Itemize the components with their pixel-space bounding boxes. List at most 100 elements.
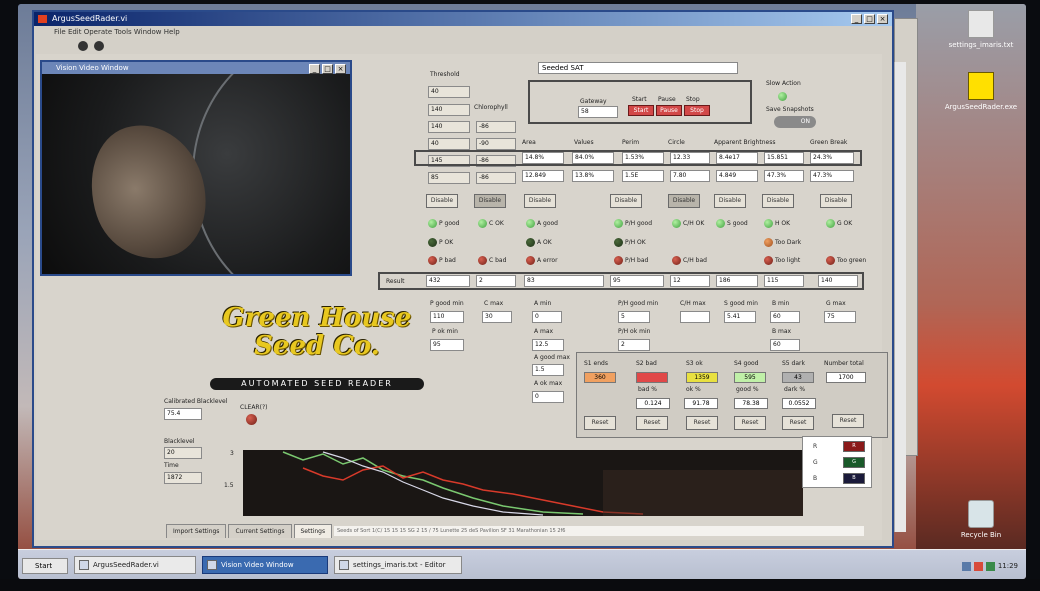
reset-button[interactable]: Reset bbox=[636, 416, 668, 430]
disable-button[interactable]: Disable bbox=[524, 194, 556, 208]
threshold-header: Threshold bbox=[430, 71, 460, 78]
s-good-min-field[interactable]: 5.41 bbox=[724, 311, 756, 323]
taskbar-item-seed-reader[interactable]: ArgusSeedRader.vi bbox=[74, 556, 196, 574]
tab-settings[interactable]: Settings bbox=[293, 524, 333, 538]
start-button[interactable]: Start bbox=[22, 558, 68, 574]
disable-button[interactable]: Disable bbox=[762, 194, 794, 208]
status-string-field[interactable]: Seeded SAT bbox=[538, 62, 738, 74]
main-titlebar[interactable]: ArgusSeedRader.vi _ □ × bbox=[34, 12, 892, 26]
clear-button[interactable] bbox=[246, 414, 257, 425]
legend-swatch-red[interactable]: R bbox=[843, 441, 865, 452]
taskbar-item-vision-window[interactable]: Vision Video Window bbox=[202, 556, 328, 574]
reset-button[interactable]: Reset bbox=[832, 414, 864, 428]
graph-y-tick: 1.5 bbox=[224, 482, 234, 489]
g-ok-led bbox=[826, 219, 835, 228]
g-max-field[interactable]: 75 bbox=[824, 311, 856, 323]
chlorophyll-field[interactable]: -86 bbox=[476, 121, 516, 133]
clock[interactable]: 11:29 bbox=[998, 562, 1018, 570]
start-button[interactable]: Start bbox=[628, 105, 654, 116]
reset-button[interactable]: Reset bbox=[686, 416, 718, 430]
disable-button[interactable]: Disable bbox=[610, 194, 642, 208]
b-max-field[interactable]: 60 bbox=[770, 339, 800, 351]
settings-tabs: Import Settings Current Settings Setting… bbox=[166, 524, 333, 538]
legend-swatch-green[interactable]: G bbox=[843, 457, 865, 468]
red-series-line bbox=[302, 465, 644, 515]
chlorophyll-header: Chlorophyll bbox=[474, 104, 508, 111]
desktop-icon-recycle-bin[interactable]: Recycle Bin bbox=[936, 500, 1026, 539]
threshold-field[interactable]: 140 bbox=[428, 104, 470, 116]
tab-current-settings[interactable]: Current Settings bbox=[228, 524, 292, 538]
threshold-field[interactable]: 40 bbox=[428, 86, 470, 98]
led-label: P good bbox=[439, 220, 460, 227]
time-field[interactable]: 1872 bbox=[164, 472, 202, 484]
vision-titlebar[interactable]: Vision Video Window _ □ × bbox=[42, 62, 350, 74]
taskbar-item-label: Vision Video Window bbox=[221, 561, 294, 569]
ph-good-min-field[interactable]: 5 bbox=[618, 311, 650, 323]
disable-button[interactable]: Disable bbox=[426, 194, 458, 208]
disable-button[interactable]: Disable bbox=[474, 194, 506, 208]
reset-button[interactable]: Reset bbox=[734, 416, 766, 430]
param-label: C/H max bbox=[680, 300, 706, 307]
desktop-icon-seed-reader[interactable]: ArgusSeedRader.exe bbox=[936, 72, 1026, 111]
minimize-button[interactable]: _ bbox=[851, 14, 862, 24]
save-snapshots-toggle[interactable]: ON bbox=[774, 116, 816, 128]
abort-icon[interactable] bbox=[94, 41, 104, 51]
security-icon[interactable] bbox=[973, 561, 983, 571]
b-min-field[interactable]: 60 bbox=[770, 311, 800, 323]
labview-task-icon bbox=[79, 560, 89, 570]
a-ok-max-field[interactable]: 0 bbox=[532, 391, 564, 403]
network-icon[interactable] bbox=[961, 561, 971, 571]
legend-swatch-blue[interactable]: B bbox=[843, 473, 865, 484]
chlorophyll-field[interactable]: -86 bbox=[476, 172, 516, 184]
close-button[interactable]: × bbox=[877, 14, 888, 24]
taskbar-item-editor[interactable]: settings_imaris.txt - Editor bbox=[334, 556, 462, 574]
disable-button[interactable]: Disable bbox=[668, 194, 700, 208]
stats-header: Number total bbox=[824, 360, 864, 367]
result-field: 83 bbox=[524, 275, 604, 287]
a-error-led bbox=[526, 256, 535, 265]
vision-minimize-button[interactable]: _ bbox=[309, 64, 320, 74]
threshold-field[interactable]: 85 bbox=[428, 172, 470, 184]
measure-field: 47.3% bbox=[764, 170, 804, 182]
slow-action-led[interactable] bbox=[778, 92, 787, 101]
a-max-field[interactable]: 12.5 bbox=[532, 339, 564, 351]
desktop-icon-settings-file[interactable]: settings_imaris.txt bbox=[936, 10, 1026, 49]
calibrated-blacklevel-label: Calibrated Blacklevel bbox=[164, 398, 228, 405]
histogram-graph bbox=[243, 450, 803, 516]
ch-max-field[interactable] bbox=[680, 311, 710, 323]
reset-button[interactable]: Reset bbox=[782, 416, 814, 430]
result-field: 186 bbox=[716, 275, 758, 287]
threshold-field[interactable]: 40 bbox=[428, 138, 470, 150]
blacklevel-field[interactable]: 20 bbox=[164, 447, 202, 459]
stop-button[interactable]: Stop bbox=[684, 105, 710, 116]
start-label: Start bbox=[632, 96, 647, 103]
gateway-field[interactable]: 58 bbox=[578, 106, 618, 118]
run-arrow-icon[interactable] bbox=[78, 41, 88, 51]
result-field: 140 bbox=[818, 275, 858, 287]
chlorophyll-field[interactable]: -90 bbox=[476, 138, 516, 150]
a-min-field[interactable]: 0 bbox=[532, 311, 562, 323]
p-ok-min-field[interactable]: 95 bbox=[430, 339, 464, 351]
menu-bar[interactable]: File Edit Operate Tools Window Help bbox=[34, 26, 892, 38]
threshold-field[interactable]: 140 bbox=[428, 121, 470, 133]
param-label: A ok max bbox=[534, 380, 563, 387]
s1-count: 360 bbox=[584, 372, 616, 383]
pause-button[interactable]: Pause bbox=[656, 105, 682, 116]
vision-close-button[interactable]: × bbox=[335, 64, 346, 74]
reset-button[interactable]: Reset bbox=[584, 416, 616, 430]
c-max-field[interactable]: 30 bbox=[482, 311, 512, 323]
vision-maximize-button[interactable]: □ bbox=[322, 64, 333, 74]
p-good-min-field[interactable]: 110 bbox=[430, 311, 464, 323]
maximize-button[interactable]: □ bbox=[864, 14, 875, 24]
ph-ok-min-field[interactable]: 2 bbox=[618, 339, 650, 351]
tab-import-settings[interactable]: Import Settings bbox=[166, 524, 227, 538]
volume-icon[interactable] bbox=[985, 561, 995, 571]
a-good-max-field[interactable]: 1.5 bbox=[532, 364, 564, 376]
monitor-screen: settings_imaris.txt ArgusSeedRader.exe R… bbox=[18, 4, 1026, 579]
vertical-scrollbar[interactable] bbox=[894, 62, 906, 532]
disable-button[interactable]: Disable bbox=[820, 194, 852, 208]
histogram-plot bbox=[282, 451, 803, 516]
number-total: 1700 bbox=[826, 372, 866, 383]
disable-button[interactable]: Disable bbox=[714, 194, 746, 208]
ch-ok-led bbox=[672, 219, 681, 228]
